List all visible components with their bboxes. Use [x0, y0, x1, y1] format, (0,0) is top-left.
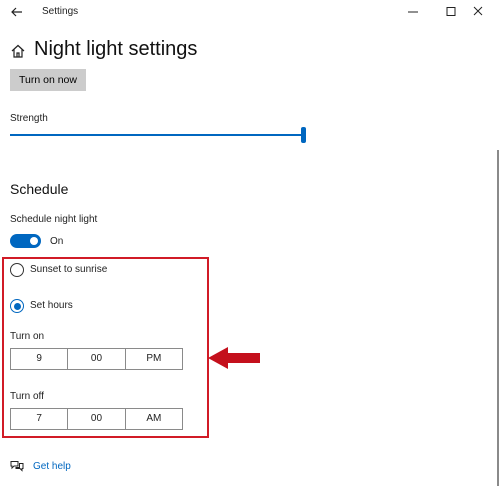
maximize-icon	[446, 7, 456, 16]
back-button[interactable]	[8, 3, 26, 21]
strength-slider-track[interactable]	[10, 134, 304, 136]
home-icon[interactable]	[10, 43, 26, 59]
toggle-state-text: On	[50, 236, 64, 247]
turn-on-period[interactable]: PM	[124, 349, 182, 369]
turn-on-time-picker[interactable]: 9 00 PM	[10, 348, 183, 370]
turn-off-time-picker[interactable]: 7 00 AM	[10, 408, 183, 430]
minimize-icon	[408, 11, 418, 13]
turn-off-minute[interactable]: 00	[67, 409, 124, 429]
maximize-button[interactable]	[434, 0, 468, 24]
help-chat-icon	[10, 461, 24, 472]
turn-off-hour[interactable]: 7	[11, 409, 67, 429]
sunset-to-sunrise-radio[interactable]	[10, 263, 24, 277]
schedule-toggle-label: Schedule night light	[10, 214, 98, 225]
page-title: Night light settings	[34, 38, 198, 60]
close-button[interactable]	[466, 0, 500, 24]
toggle-knob	[30, 237, 38, 245]
strength-label: Strength	[10, 113, 48, 124]
sunset-to-sunrise-label[interactable]: Sunset to sunrise	[30, 264, 107, 275]
turn-on-hour[interactable]: 9	[11, 349, 67, 369]
get-help-link[interactable]: Get help	[33, 461, 71, 472]
turn-off-label: Turn off	[10, 391, 44, 402]
strength-slider-thumb[interactable]	[301, 127, 306, 143]
title-bar: Settings	[0, 0, 500, 24]
turn-on-minute[interactable]: 00	[67, 349, 124, 369]
annotation-arrow-icon	[208, 347, 260, 369]
minimize-button[interactable]	[396, 0, 430, 24]
set-hours-label[interactable]: Set hours	[30, 300, 73, 311]
schedule-heading: Schedule	[10, 181, 69, 197]
back-arrow-icon	[11, 7, 22, 17]
radio-selected-dot	[13, 302, 21, 310]
schedule-toggle[interactable]	[10, 234, 41, 248]
turn-off-period[interactable]: AM	[124, 409, 182, 429]
close-icon	[473, 6, 483, 16]
app-title: Settings	[42, 6, 79, 17]
scrollbar[interactable]	[497, 150, 499, 486]
turn-on-label: Turn on	[10, 331, 45, 342]
turn-on-now-button[interactable]: Turn on now	[10, 69, 86, 91]
set-hours-radio[interactable]	[10, 299, 24, 313]
